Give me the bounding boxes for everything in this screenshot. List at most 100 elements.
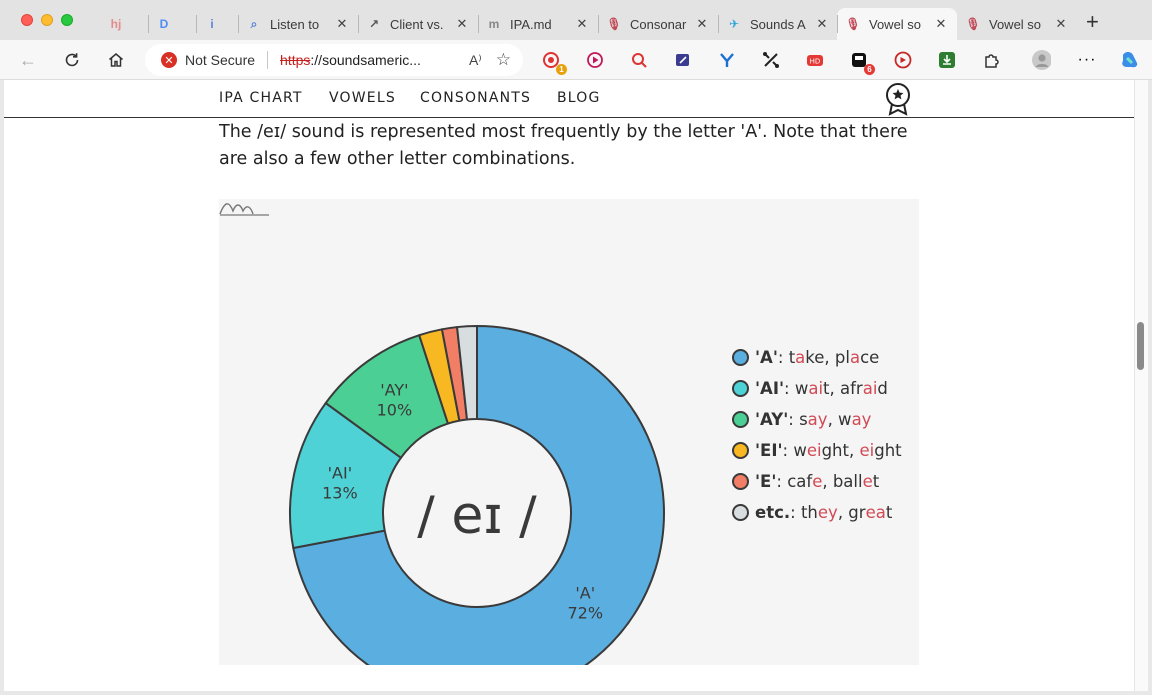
extension-media-icon[interactable]: 6 (849, 50, 875, 75)
slice-percent: 13% (322, 483, 358, 502)
award-icon[interactable] (885, 82, 911, 116)
legend-highlight: a (849, 348, 861, 367)
minimize-window-button[interactable] (41, 14, 53, 26)
tab-strip: hj Di ⌕ Listen to ✕ ↗ Client vs. ✕ m IPA.md ✕ 🎙 Cons… (0, 0, 1152, 44)
legend-highlight: e (812, 472, 823, 491)
tab-favicon-icon: hj (110, 17, 122, 31)
tab-separator (238, 15, 239, 33)
legend-key: 'E' (755, 472, 777, 491)
extension-hd-icon[interactable]: HD (805, 50, 825, 70)
favorite-star-icon[interactable]: ☆ (496, 50, 511, 70)
extension-pen-icon[interactable] (673, 50, 693, 70)
tab-close-icon[interactable]: ✕ (454, 16, 470, 32)
legend-item: 'EI': w ei ght, ei ght (732, 435, 902, 466)
scrollbar-thumb[interactable] (1137, 322, 1144, 370)
donut-center-label: / eɪ / (417, 486, 537, 546)
legend-text: , gr (837, 503, 866, 522)
legend-highlight: ay (851, 410, 872, 429)
tab-close-icon[interactable]: ✕ (933, 16, 949, 32)
page-viewport: IPA CHART VOWELS CONSONANTS BLOG The /eɪ… (4, 80, 1134, 691)
tab-favicon-icon: m (488, 17, 500, 31)
legend-swatch (732, 473, 749, 490)
tab-title: IPA.md (510, 16, 552, 32)
browser-tab[interactable]: i (196, 8, 242, 40)
read-aloud-icon[interactable]: A⁾ (469, 52, 482, 69)
security-label[interactable]: Not Secure (185, 52, 255, 68)
browser-tab[interactable]: m IPA.md ✕ (478, 8, 598, 40)
tab-separator (718, 15, 719, 33)
extension-y-icon[interactable] (717, 50, 737, 70)
legend-highlight: a (795, 348, 806, 367)
new-tab-button[interactable]: + (1086, 11, 1099, 33)
tab-title: Vowel so (989, 16, 1042, 32)
legend-key: 'AI' (755, 379, 785, 398)
legend-text: ke, pl (805, 348, 850, 367)
slice-percent: 72% (567, 604, 603, 623)
extension-video-icon[interactable] (893, 50, 913, 70)
legend-colon: : (788, 410, 800, 429)
url-host: ://soundsameric... (310, 52, 421, 68)
extensions-puzzle-icon[interactable] (981, 50, 1001, 70)
legend-highlight: ai (862, 379, 878, 398)
extension-search-icon[interactable] (629, 50, 649, 70)
browser-tab[interactable]: 🎙 Vowel so ✕ (837, 8, 957, 40)
slice-label: 'A' (575, 584, 595, 603)
tab-favicon-icon: D (159, 17, 169, 31)
address-bar[interactable]: ✕ Not Secure https ://soundsameric... A⁾… (145, 44, 523, 76)
legend-highlight: ei (859, 441, 875, 460)
tab-close-icon[interactable]: ✕ (334, 16, 350, 32)
home-icon[interactable] (104, 48, 128, 72)
nav-blog[interactable]: BLOG (557, 90, 601, 106)
tab-favicon-icon: i (210, 17, 214, 31)
tab-separator (478, 15, 479, 33)
tab-separator (598, 15, 599, 33)
nav-ipa-chart[interactable]: IPA CHART (219, 90, 303, 106)
legend-swatch (732, 380, 749, 397)
tab-favicon-icon: 🎙 (606, 17, 622, 31)
profile-avatar[interactable] (1031, 50, 1051, 70)
extension-play-icon[interactable] (585, 50, 605, 70)
extension-record-icon[interactable]: 1 (541, 50, 567, 75)
nav-consonants[interactable]: CONSONANTS (420, 90, 531, 106)
legend-colon: : (784, 379, 795, 398)
browser-tab[interactable]: ✈ Sounds A ✕ (718, 8, 838, 40)
zoom-window-button[interactable] (61, 14, 73, 26)
browser-tab[interactable]: ⌕ Listen to ✕ (238, 8, 358, 40)
slice-label: 'AI' (328, 463, 352, 482)
nav-vowels[interactable]: VOWELS (329, 90, 396, 106)
extension-nodes-icon[interactable] (761, 50, 781, 70)
legend-text: w (793, 441, 807, 460)
slice-label: 'AY' (380, 380, 408, 399)
tab-title: Sounds A (750, 16, 806, 32)
tab-close-icon[interactable]: ✕ (1053, 16, 1069, 32)
legend-text: w (794, 379, 809, 398)
reload-icon[interactable] (60, 48, 84, 72)
tab-close-icon[interactable]: ✕ (694, 16, 710, 32)
page-scrollbar[interactable] (1134, 80, 1148, 691)
legend-text: , w (827, 410, 852, 429)
legend-item: 'AI': w ai t, afr ai d (732, 373, 902, 404)
legend-text: d (877, 379, 888, 398)
extension-download-icon[interactable] (937, 50, 957, 70)
chart-legend: 'A': t a ke, pl a ce 'AI': w ai t, afr ai d 'AY': … (732, 342, 902, 528)
tab-title: Vowel so (869, 16, 922, 32)
close-window-button[interactable] (21, 14, 33, 26)
legend-swatch (732, 442, 749, 459)
site-nav: IPA CHART VOWELS CONSONANTS BLOG (4, 80, 1134, 118)
browser-tab[interactable]: hj (100, 8, 146, 40)
browser-tab[interactable]: 🎙 Vowel so ✕ (957, 8, 1077, 40)
back-icon[interactable]: ← (16, 48, 40, 72)
tab-close-icon[interactable]: ✕ (814, 16, 830, 32)
legend-key: 'AY' (755, 410, 789, 429)
copilot-icon[interactable] (1119, 50, 1139, 70)
tab-favicon-icon: ✈ (728, 17, 740, 31)
browser-tab[interactable]: ↗ Client vs. ✕ (358, 8, 478, 40)
slice-percent: 10% (377, 400, 413, 419)
browser-tab[interactable]: 🎙 Consonar ✕ (598, 8, 718, 40)
tab-close-icon[interactable]: ✕ (574, 16, 590, 32)
browser-tab[interactable]: D (148, 8, 194, 40)
browser-toolbar: ← ✕ Not Secure https ://soundsameric... … (0, 40, 1152, 80)
legend-highlight: ai (808, 379, 824, 398)
more-menu-icon[interactable]: ··· (1077, 50, 1097, 70)
legend-swatch (732, 411, 749, 428)
